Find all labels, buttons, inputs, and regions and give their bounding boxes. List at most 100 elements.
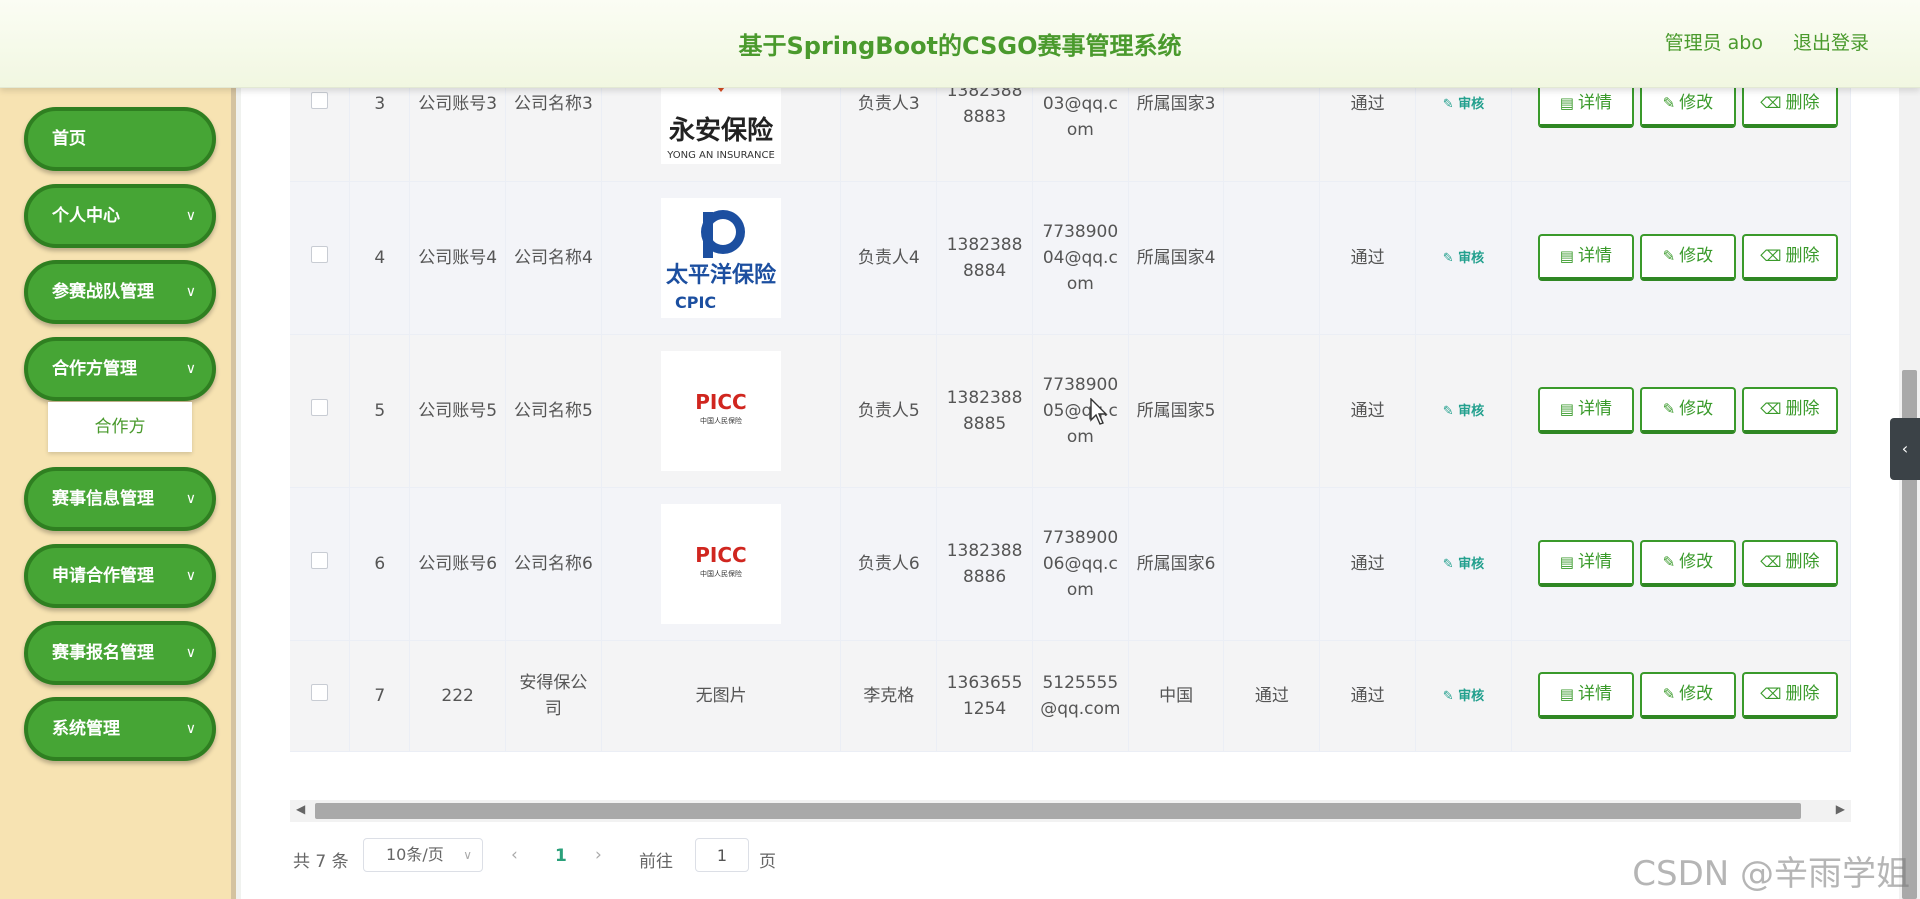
row-checkbox[interactable] (311, 683, 329, 701)
sidebar-item-label: 申请合作管理 (52, 566, 154, 586)
collapse-panel-button[interactable]: ‹ (1890, 418, 1920, 480)
page-size-select[interactable]: 10条/页 ∨ (363, 838, 483, 872)
svg-text:PICC: PICC (695, 390, 746, 414)
checkbox-cell (290, 487, 351, 641)
chevron-down-icon: ∨ (185, 568, 196, 584)
delete-button[interactable]: ⌫ 删除 (1741, 672, 1838, 719)
goto-page-input[interactable] (695, 838, 749, 872)
edit-button[interactable]: ✎ 修改 (1639, 88, 1736, 128)
index-cell: 4 (349, 181, 411, 335)
delete-label: 删除 (1785, 246, 1820, 266)
sidebar-item-cooperation[interactable]: 申请合作管理 ∨ (24, 544, 216, 608)
sidebar-item-registration[interactable]: 赛事报名管理 ∨ (24, 621, 216, 685)
main-content: 3 公司账号3 公司名称3 永安保险 YONG AN INSURANCE 负责人3 1382… (241, 88, 1920, 899)
edit-button[interactable]: ✎ 修改 (1639, 234, 1736, 281)
next-page-icon[interactable]: › (595, 845, 602, 865)
audit-cell: ✎ 审核 (1415, 487, 1512, 641)
edit-label: 修改 (1679, 399, 1714, 419)
document-icon: ▤ (1559, 685, 1574, 703)
detail-button[interactable]: ▤ 详情 (1537, 540, 1634, 587)
email-cell: 773890006@qq.com (1032, 487, 1129, 641)
checkbox-cell (290, 334, 351, 488)
delete-button[interactable]: ⌫ 删除 (1741, 88, 1838, 128)
svg-text:CPIC: CPIC (675, 293, 716, 312)
manager-cell: 负责人6 (840, 487, 938, 641)
trash-icon: ⌫ (1760, 553, 1782, 571)
detail-button[interactable]: ▤ 详情 (1537, 672, 1634, 719)
chevron-left-icon: ‹ (1901, 439, 1909, 458)
pencil-icon: ✎ (1662, 93, 1676, 112)
scroll-left-icon[interactable]: ◀ (296, 802, 305, 816)
pencil-icon: ✎ (1662, 685, 1676, 703)
edit-icon: ✎ (1442, 97, 1454, 113)
row-checkbox[interactable] (311, 551, 329, 569)
sidebar-item-partners[interactable]: 合作方管理 ∨ (24, 337, 216, 401)
sidebar-subitem-partner[interactable]: 合作方 (48, 402, 192, 452)
logo-cell: PICC 中国人民保险 (601, 487, 842, 641)
sidebar-item-label: 赛事报名管理 (52, 643, 154, 663)
phone-cell: 13823888885 (936, 334, 1033, 488)
row-checkbox[interactable] (311, 92, 329, 110)
sidebar-item-personal-center[interactable]: 个人中心 ∨ (24, 184, 216, 248)
phone-cell: 13823888883 (936, 88, 1033, 182)
svg-text:太平洋保险: 太平洋保险 (666, 262, 777, 288)
audit-button[interactable]: ✎ 审核 (1443, 404, 1484, 419)
detail-label: 详情 (1577, 92, 1612, 113)
company-name-cell: 公司名称4 (505, 181, 602, 335)
audit-button[interactable]: ✎ 审核 (1443, 97, 1484, 112)
vertical-scrollbar[interactable] (1899, 88, 1920, 899)
logout-link[interactable]: 退出登录 (1793, 28, 1869, 55)
delete-button[interactable]: ⌫ 删除 (1741, 540, 1838, 587)
edit-button[interactable]: ✎ 修改 (1639, 540, 1736, 587)
delete-button[interactable]: ⌫ 删除 (1741, 387, 1838, 434)
detail-button[interactable]: ▤ 详情 (1537, 387, 1634, 434)
audit-button[interactable]: ✎ 审核 (1443, 689, 1484, 704)
row-checkbox[interactable] (311, 245, 329, 263)
page-unit-label: 页 (759, 852, 776, 872)
scrollbar-thumb[interactable] (315, 803, 1801, 819)
audit-button[interactable]: ✎ 审核 (1443, 557, 1484, 572)
sidebar: 首页 个人中心 ∨ 参赛战队管理 ∨ 合作方管理 ∨ 合作方 赛事信息管理 ∨ 申请合作… (0, 88, 236, 899)
trash-icon: ⌫ (1760, 400, 1782, 418)
chevron-down-icon: ∨ (185, 361, 196, 377)
company-logo: 永安保险 YONG AN INSURANCE (661, 88, 782, 165)
country-cell: 中国 (1128, 640, 1225, 752)
sidebar-item-system[interactable]: 系统管理 ∨ (24, 697, 216, 761)
logo-cell: 太平洋保险 CPIC (601, 181, 842, 335)
sidebar-item-home[interactable]: 首页 (24, 107, 216, 171)
sidebar-item-label: 个人中心 (52, 206, 120, 226)
detail-label: 详情 (1577, 246, 1612, 266)
svg-text:PICC: PICC (695, 543, 746, 567)
prev-page-icon[interactable]: ‹ (511, 845, 518, 865)
detail-button[interactable]: ▤ 详情 (1537, 234, 1634, 281)
reply-cell (1223, 487, 1321, 641)
edit-icon: ✎ (1442, 556, 1454, 572)
sidebar-item-teams[interactable]: 参赛战队管理 ∨ (24, 260, 216, 324)
svg-text:YONG AN INSURANCE: YONG AN INSURANCE (666, 150, 775, 161)
document-icon: ▤ (1559, 93, 1574, 112)
audit-label: 审核 (1458, 97, 1485, 113)
company-name-cell: 公司名称5 (505, 334, 602, 488)
edit-button[interactable]: ✎ 修改 (1639, 672, 1736, 719)
index-cell: 6 (349, 487, 411, 641)
scroll-right-icon[interactable]: ▶ (1836, 802, 1845, 816)
actions-cell: ▤ 详情 ✎ 修改 ⌫ 删除 (1511, 334, 1851, 488)
detail-button[interactable]: ▤ 详情 (1537, 88, 1634, 128)
chevron-down-icon: ∨ (185, 208, 196, 224)
sidebar-item-label: 系统管理 (52, 719, 120, 739)
page-number[interactable]: 1 (555, 846, 567, 866)
account-cell: 222 (409, 640, 507, 752)
sidebar-item-events[interactable]: 赛事信息管理 ∨ (24, 467, 216, 531)
detail-label: 详情 (1577, 552, 1612, 572)
audit-button[interactable]: ✎ 审核 (1443, 251, 1484, 266)
account-cell: 公司账号6 (409, 487, 507, 641)
actions-cell: ▤ 详情 ✎ 修改 ⌫ 删除 (1511, 487, 1851, 641)
edit-label: 修改 (1679, 552, 1714, 572)
horizontal-scrollbar[interactable]: ◀ ▶ (290, 800, 1851, 822)
edit-button[interactable]: ✎ 修改 (1639, 387, 1736, 434)
status-cell: 通过 (1319, 88, 1417, 182)
audit-label: 审核 (1458, 403, 1485, 419)
row-checkbox[interactable] (311, 398, 329, 416)
delete-button[interactable]: ⌫ 删除 (1741, 234, 1838, 281)
top-header: 基于SpringBoot的CSGO赛事管理系统 管理员 abo 退出登录 (0, 0, 1920, 88)
